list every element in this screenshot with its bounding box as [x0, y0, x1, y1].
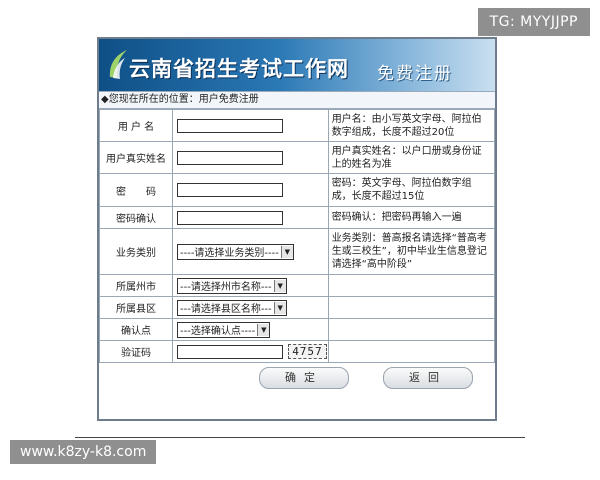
captcha-label: 验证码 [99, 340, 173, 363]
category-select[interactable]: ----请选择业务类别---- ▼ [177, 243, 294, 260]
form-row-captcha: 验证码 4757 [99, 340, 496, 363]
confirm-password-hint: 密码确认：把密码再输入一遍 [327, 206, 496, 229]
username-label: 用 户 名 [99, 109, 173, 142]
chevron-down-icon[interactable]: ▼ [273, 279, 286, 292]
form-row-category: 业务类别 ----请选择业务类别---- ▼ 业务类别：普高报名请选择“普高考生… [99, 228, 496, 275]
breadcrumb: ◆您现在所在的位置：用户免费注册 [99, 91, 495, 109]
form-row-username: 用 户 名 用户名：由小写英文字母、阿拉伯数字组成，长度不超过20位 [99, 109, 496, 142]
form-row-confirm: 密码确认 密码确认：把密码再输入一遍 [99, 206, 496, 229]
password-hint: 密码：英文字母、阿拉伯数字组成，长度不超过15位 [327, 173, 496, 207]
confirmation-point-label: 确认点 [99, 318, 173, 341]
realname-input[interactable] [177, 150, 283, 165]
form-row-confirmation-point: 确认点 ---选择确认点---- ▼ [99, 318, 496, 341]
chevron-down-icon[interactable]: ▼ [257, 323, 270, 336]
realname-label: 用户真实姓名 [99, 141, 173, 174]
page-title: 免费注册 [377, 64, 453, 84]
site-title: 云南省招生考试工作网 [129, 57, 349, 81]
watermark-top: TG: MYYJJPP [477, 8, 590, 36]
confirm-password-input[interactable] [177, 210, 283, 225]
county-label: 所属县区 [99, 296, 173, 319]
confirmation-point-select[interactable]: ---选择确认点---- ▼ [177, 321, 271, 338]
leaf-logo-icon [109, 50, 127, 79]
username-input[interactable] [177, 118, 283, 133]
horizontal-divider [75, 437, 525, 438]
chevron-down-icon[interactable]: ▼ [280, 245, 293, 258]
watermark-bottom: www.k8zy-k8.com [10, 440, 157, 464]
confirm-button[interactable]: 确定 [259, 367, 349, 389]
password-input[interactable] [177, 183, 283, 197]
header-banner: 云南省招生考试工作网 免费注册 [99, 39, 495, 91]
prefecture-label: 所属州市 [99, 274, 173, 297]
captcha-input[interactable] [177, 345, 283, 359]
registration-form: 用 户 名 用户名：由小写英文字母、阿拉伯数字组成，长度不超过20位 用户真实姓… [99, 109, 496, 363]
county-select[interactable]: ---请选择县区名称--- ▼ [177, 299, 287, 316]
confirm-password-label: 密码确认 [99, 206, 173, 229]
form-row-county: 所属县区 ---请选择县区名称--- ▼ [99, 296, 496, 319]
registration-panel: 云南省招生考试工作网 免费注册 ◆您现在所在的位置：用户免费注册 用 户 名 用… [97, 37, 497, 421]
form-row-prefecture: 所属州市 ---请选择州市名称--- ▼ [99, 274, 496, 297]
button-row: 确定 返回 [99, 363, 495, 395]
form-row-password: 密 码 密码：英文字母、阿拉伯数字组成，长度不超过15位 [99, 173, 496, 207]
back-button[interactable]: 返回 [383, 367, 473, 389]
category-label: 业务类别 [99, 228, 173, 275]
prefecture-select[interactable]: ---请选择州市名称--- ▼ [177, 277, 287, 294]
chevron-down-icon[interactable]: ▼ [273, 301, 286, 314]
password-label: 密 码 [99, 173, 173, 207]
realname-hint: 用户真实姓名：以户口册或身份证上的姓名为准 [327, 141, 496, 174]
form-row-realname: 用户真实姓名 用户真实姓名：以户口册或身份证上的姓名为准 [99, 141, 496, 174]
category-hint: 业务类别：普高报名请选择“普高考生或三校生”，初中毕业生信息登记请选择“高中阶段… [327, 228, 496, 275]
username-hint: 用户名：由小写英文字母、阿拉伯数字组成，长度不超过20位 [327, 109, 496, 142]
captcha-image: 4757 [288, 344, 327, 359]
